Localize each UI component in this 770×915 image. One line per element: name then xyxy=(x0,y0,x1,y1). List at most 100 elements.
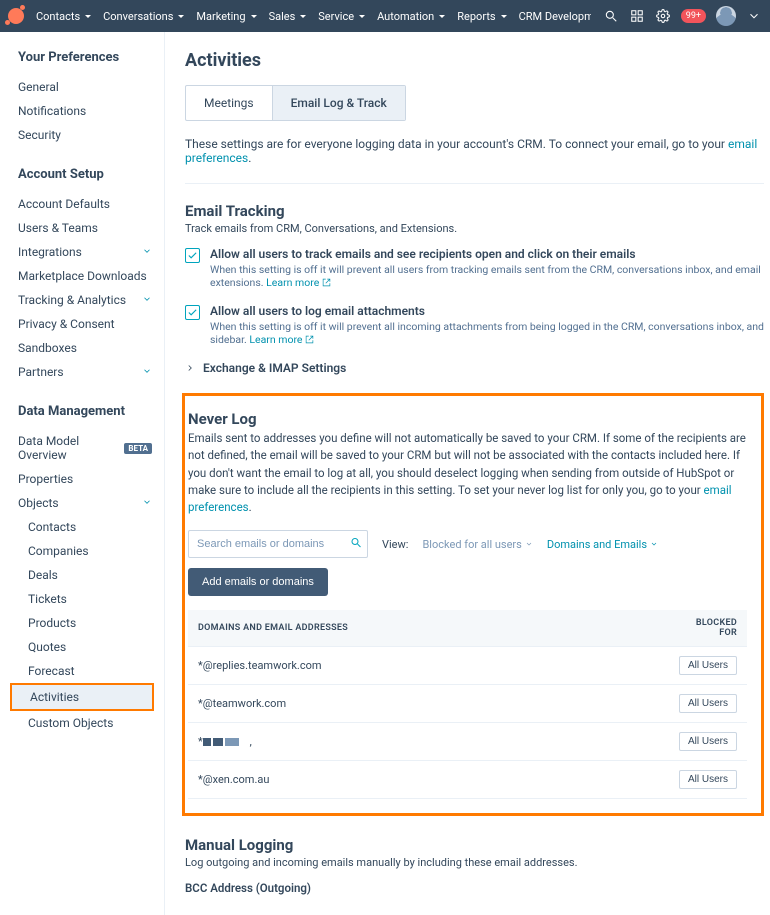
search-icon[interactable] xyxy=(350,537,362,552)
nav-contacts[interactable]: Contacts xyxy=(36,10,91,23)
tab-email-log-track[interactable]: Email Log & Track xyxy=(272,86,405,120)
learn-more-link[interactable]: Learn more xyxy=(249,333,302,346)
sidebar-obj-quotes[interactable]: Quotes xyxy=(18,635,164,659)
sidebar-general[interactable]: General xyxy=(18,75,164,99)
blocked-for-button[interactable]: All Users xyxy=(679,656,737,675)
nav-conversations[interactable]: Conversations xyxy=(103,10,184,23)
sidebar-privacy-consent[interactable]: Privacy & Consent xyxy=(18,312,164,336)
sidebar-prefs-heading: Your Preferences xyxy=(18,50,164,65)
chevron-down-icon xyxy=(142,245,152,259)
sidebar-obj-companies[interactable]: Companies xyxy=(18,539,164,563)
sidebar-obj-activities[interactable]: Activities xyxy=(12,685,152,709)
domain-cell: *@teamwork.com xyxy=(188,685,667,723)
col-blocked-for: BLOCKED FOR xyxy=(667,610,747,647)
sidebar-notifications[interactable]: Notifications xyxy=(18,99,164,123)
never-log-table: DOMAINS AND EMAIL ADDRESSES BLOCKED FOR … xyxy=(188,610,747,799)
sidebar-users-teams[interactable]: Users & Teams xyxy=(18,216,164,240)
sidebar-data-heading: Data Management xyxy=(18,404,164,419)
sidebar-account-defaults[interactable]: Account Defaults xyxy=(18,192,164,216)
exchange-imap-toggle[interactable]: Exchange & IMAP Settings xyxy=(185,361,764,375)
beta-badge: BETA xyxy=(124,443,152,454)
tabs: Meetings Email Log & Track xyxy=(185,85,406,121)
marketplace-icon[interactable] xyxy=(629,8,645,24)
page-desc: These settings are for everyone logging … xyxy=(185,137,764,165)
manual-logging-sub: Log outgoing and incoming emails manuall… xyxy=(185,856,764,869)
bcc-label: BCC Address (Outgoing) xyxy=(185,881,764,895)
search-icon[interactable] xyxy=(603,8,619,24)
domains-filter-dropdown[interactable]: Domains and Emails xyxy=(547,538,658,551)
table-row: * , All Users xyxy=(188,723,747,761)
sidebar-account-heading: Account Setup xyxy=(18,167,164,182)
log-attachments-help: When this setting is off it will prevent… xyxy=(210,320,764,347)
blocked-for-button[interactable]: All Users xyxy=(679,770,737,789)
nav-items: Contacts Conversations Marketing Sales S… xyxy=(36,10,591,23)
never-log-heading: Never Log xyxy=(188,410,747,428)
sidebar-data-model[interactable]: Data Model OverviewBETA xyxy=(18,429,164,467)
checkbox-log-attachments[interactable] xyxy=(185,305,200,320)
chevron-down-icon xyxy=(142,293,152,307)
separator xyxy=(185,183,764,184)
sidebar-partners[interactable]: Partners xyxy=(18,360,164,384)
chevron-down-icon xyxy=(650,540,658,548)
sidebar-obj-contacts[interactable]: Contacts xyxy=(18,515,164,539)
tab-meetings[interactable]: Meetings xyxy=(186,86,272,120)
sidebar-properties[interactable]: Properties xyxy=(18,467,164,491)
table-row: *@xen.com.au All Users xyxy=(188,761,747,799)
check-icon xyxy=(187,250,198,261)
search-wrap xyxy=(188,530,368,558)
checkbox-track-emails[interactable] xyxy=(185,248,200,263)
sidebar-integrations[interactable]: Integrations xyxy=(18,240,164,264)
domain-cell: * , xyxy=(188,723,667,761)
add-emails-button[interactable]: Add emails or domains xyxy=(188,568,328,596)
chevron-down-icon xyxy=(525,540,533,548)
domain-cell: *@xen.com.au xyxy=(188,761,667,799)
sidebar-obj-forecast[interactable]: Forecast xyxy=(18,659,164,683)
blocked-for-button[interactable]: All Users xyxy=(679,694,737,713)
settings-icon[interactable] xyxy=(655,8,671,24)
email-tracking-sub: Track emails from CRM, Conversations, an… xyxy=(185,222,764,235)
sidebar: Your Preferences General Notifications S… xyxy=(0,32,165,915)
nav-service[interactable]: Service xyxy=(318,10,365,23)
blocked-filter-dropdown[interactable]: Blocked for all users xyxy=(422,538,532,551)
nav-sales[interactable]: Sales xyxy=(269,10,307,23)
external-link-icon xyxy=(322,277,331,290)
nav-marketing[interactable]: Marketing xyxy=(196,10,256,23)
sidebar-security[interactable]: Security xyxy=(18,123,164,147)
nav-crm-dev[interactable]: CRM Development xyxy=(519,10,591,23)
nav-right: 99+ xyxy=(603,6,762,26)
avatar[interactable] xyxy=(716,6,736,26)
learn-more-link[interactable]: Learn more xyxy=(266,276,319,289)
chevron-down-icon xyxy=(142,496,152,510)
top-nav: Contacts Conversations Marketing Sales S… xyxy=(0,0,770,32)
hubspot-logo-icon[interactable] xyxy=(8,8,24,24)
log-attachments-label: Allow all users to log email attachments xyxy=(210,304,764,318)
never-log-text: Emails sent to addresses you define will… xyxy=(188,430,747,516)
track-emails-label: Allow all users to track emails and see … xyxy=(210,247,764,261)
never-log-highlight-box: Never Log Emails sent to addresses you d… xyxy=(182,393,764,816)
page-title: Activities xyxy=(185,50,764,71)
sidebar-obj-deals[interactable]: Deals xyxy=(18,563,164,587)
sidebar-obj-custom[interactable]: Custom Objects xyxy=(18,711,164,735)
col-domains: DOMAINS AND EMAIL ADDRESSES xyxy=(188,610,667,647)
sidebar-obj-products[interactable]: Products xyxy=(18,611,164,635)
nav-automation[interactable]: Automation xyxy=(377,10,445,23)
domain-cell: *@replies.teamwork.com xyxy=(188,647,667,685)
search-input[interactable] xyxy=(188,530,368,558)
sidebar-sandboxes[interactable]: Sandboxes xyxy=(18,336,164,360)
sidebar-objects[interactable]: Objects xyxy=(18,491,164,515)
email-tracking-heading: Email Tracking xyxy=(185,202,764,220)
blocked-for-button[interactable]: All Users xyxy=(679,732,737,751)
track-emails-help: When this setting is off it will prevent… xyxy=(210,263,764,290)
chevron-down-icon xyxy=(142,365,152,379)
notification-badge[interactable]: 99+ xyxy=(681,9,706,23)
view-label: View: xyxy=(382,538,408,551)
sidebar-obj-tickets[interactable]: Tickets xyxy=(18,587,164,611)
sidebar-tracking-analytics[interactable]: Tracking & Analytics xyxy=(18,288,164,312)
check-icon xyxy=(187,307,198,318)
external-link-icon xyxy=(305,334,314,347)
sidebar-marketplace-downloads[interactable]: Marketplace Downloads xyxy=(18,264,164,288)
nav-reports[interactable]: Reports xyxy=(457,10,506,23)
account-chevron-icon[interactable] xyxy=(746,8,762,24)
manual-logging-heading: Manual Logging xyxy=(185,836,764,854)
chevron-right-icon xyxy=(185,363,195,373)
